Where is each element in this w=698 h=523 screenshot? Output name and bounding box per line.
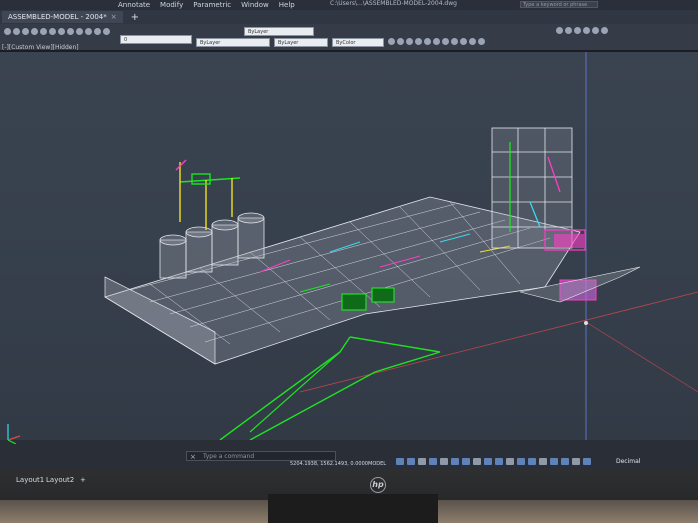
- layer-icon[interactable]: [58, 28, 65, 35]
- zoom-icon[interactable]: [388, 38, 395, 45]
- user-icon[interactable]: [583, 27, 590, 34]
- isolate-objects-icon[interactable]: [550, 458, 558, 465]
- monitor-stand: [268, 494, 438, 523]
- coordinate-readout: 5204.1938, 1562.1493, 0.0000: [290, 461, 368, 467]
- section-icon[interactable]: [469, 38, 476, 45]
- transparency-icon[interactable]: [484, 458, 492, 465]
- selection-cycling-icon[interactable]: [495, 458, 503, 465]
- render-icon[interactable]: [433, 38, 440, 45]
- isodraft-icon[interactable]: [440, 458, 448, 465]
- clean-screen-icon[interactable]: [572, 458, 580, 465]
- origin-marker: [584, 321, 588, 325]
- light-icon[interactable]: [451, 38, 458, 45]
- pan-icon[interactable]: [397, 38, 404, 45]
- status-toggles: [396, 458, 591, 465]
- lineweight-dropdown[interactable]: ByLayer: [244, 27, 314, 36]
- osnap-icon[interactable]: [451, 458, 459, 465]
- document-tab-bar: ASSEMBLED-MODEL - 2004* × +: [0, 10, 698, 24]
- document-tab-title: ASSEMBLED-MODEL - 2004*: [8, 13, 107, 21]
- isolate-icon[interactable]: [103, 28, 110, 35]
- lineweight-icon[interactable]: [473, 458, 481, 465]
- monitor-screen: Annotate Modify Parametric Window Help C…: [0, 0, 698, 470]
- model-space-button[interactable]: MODEL: [368, 461, 386, 467]
- ortho-icon[interactable]: [418, 458, 426, 465]
- camera-icon[interactable]: [460, 38, 467, 45]
- otrack-icon[interactable]: [462, 458, 470, 465]
- hp-logo: hp: [370, 477, 386, 493]
- settings-icon[interactable]: [601, 27, 608, 34]
- 3dosnap-icon[interactable]: [506, 458, 514, 465]
- green-machine-1: [341, 293, 367, 311]
- material-icon[interactable]: [442, 38, 449, 45]
- y-axis-line: [585, 321, 698, 393]
- linetype-dropdown[interactable]: ByLayer: [274, 38, 328, 47]
- snap-icon[interactable]: [407, 458, 415, 465]
- hardware-accel-icon[interactable]: [561, 458, 569, 465]
- ucs-icon[interactable]: [424, 38, 431, 45]
- redo-icon[interactable]: [13, 28, 20, 35]
- measure-icon[interactable]: [478, 38, 485, 45]
- undo-icon[interactable]: [4, 28, 11, 35]
- units-dropdown[interactable]: Decimal: [616, 458, 640, 465]
- viewport-controls[interactable]: [-][Custom View][Hidden]: [2, 44, 79, 51]
- green-machine-2: [371, 287, 395, 303]
- view-icon[interactable]: [415, 38, 422, 45]
- close-icon[interactable]: ×: [111, 13, 117, 21]
- freeze-icon[interactable]: [85, 28, 92, 35]
- color-dropdown[interactable]: ByLayer: [196, 38, 270, 47]
- dynamic-ucs-icon[interactable]: [517, 458, 525, 465]
- lock-icon[interactable]: [76, 28, 83, 35]
- plot-style-dropdown[interactable]: ByColor: [332, 38, 384, 47]
- add-layout-button[interactable]: +: [80, 476, 86, 484]
- menu-bar: Annotate Modify Parametric Window Help C…: [0, 0, 698, 10]
- share-icon[interactable]: [565, 27, 572, 34]
- bulb-icon[interactable]: [94, 28, 101, 35]
- new-icon[interactable]: [49, 28, 56, 35]
- file-path: C:\Users\...\ASSEMBLED-MODEL-2004.dwg: [330, 0, 457, 7]
- save-icon[interactable]: [22, 28, 29, 35]
- ucs-icon: [7, 424, 21, 444]
- help-icon[interactable]: [592, 27, 599, 34]
- grid-icon[interactable]: [396, 458, 404, 465]
- close-icon[interactable]: ×: [190, 452, 196, 462]
- menu-window[interactable]: Window: [241, 1, 269, 9]
- silo-gantry: [175, 159, 241, 230]
- annotation-scale-icon[interactable]: [528, 458, 536, 465]
- green-polyline-3: [249, 351, 341, 433]
- search-input[interactable]: Type a keyword or phrase: [520, 1, 598, 8]
- green-polyline: [249, 336, 441, 440]
- command-line[interactable]: × Type a command: [186, 451, 336, 461]
- workspace-switch-icon[interactable]: [539, 458, 547, 465]
- drawing-viewport[interactable]: [0, 52, 698, 440]
- workspace-icon[interactable]: [556, 27, 563, 34]
- toolbar-icons-left[interactable]: [4, 28, 110, 35]
- layout-tab-1[interactable]: Layout1: [16, 476, 44, 484]
- 3d-model-scene: [104, 52, 698, 440]
- orbit-icon[interactable]: [406, 38, 413, 45]
- customize-icon[interactable]: [583, 458, 591, 465]
- menu-parametric[interactable]: Parametric: [193, 1, 231, 9]
- toolbar-icons-right[interactable]: [388, 38, 485, 45]
- new-tab-button[interactable]: +: [131, 12, 139, 23]
- open-icon[interactable]: [40, 28, 47, 35]
- menu-help[interactable]: Help: [279, 1, 295, 9]
- menu-annotate[interactable]: Annotate: [118, 1, 150, 9]
- command-input[interactable]: Type a command: [203, 453, 254, 460]
- cloud-icon[interactable]: [574, 27, 581, 34]
- print-icon[interactable]: [31, 28, 38, 35]
- layout-tab-2[interactable]: Layout2: [46, 476, 74, 484]
- menu-modify[interactable]: Modify: [160, 1, 183, 9]
- polar-icon[interactable]: [429, 458, 437, 465]
- match-icon[interactable]: [67, 28, 74, 35]
- document-tab[interactable]: ASSEMBLED-MODEL - 2004* ×: [2, 11, 123, 23]
- layer-dropdown[interactable]: 0: [120, 35, 192, 44]
- toolbar-icons-top-right[interactable]: [556, 27, 608, 34]
- properties-toolbar: 0 ByLayer ByLayer ByLayer ByColor: [0, 24, 698, 50]
